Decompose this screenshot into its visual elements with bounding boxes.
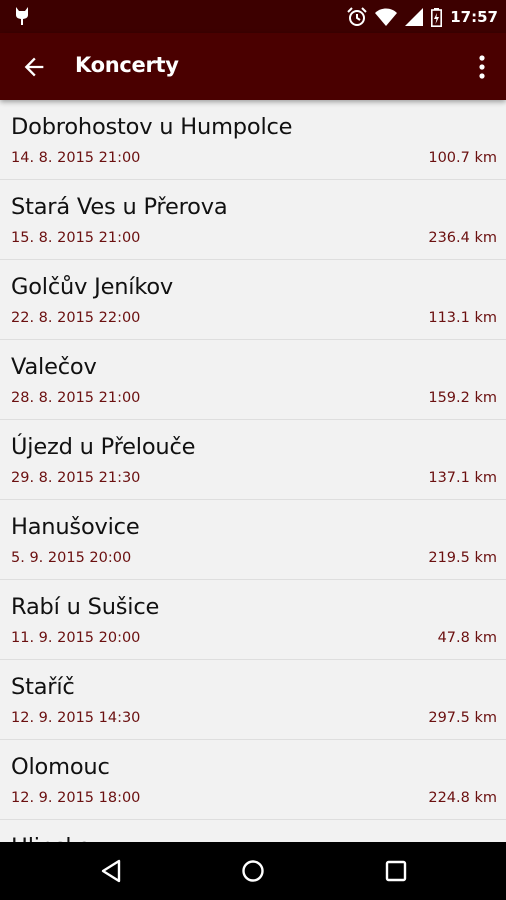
concert-list[interactable]: Dobrohostov u Humpolce 14. 8. 2015 21:00… — [0, 100, 506, 842]
concert-distance: 224.8 km — [428, 790, 497, 806]
list-item[interactable]: Hlinsko — [0, 820, 506, 842]
cat-notification-icon — [14, 6, 30, 26]
concert-date: 11. 9. 2015 20:00 — [11, 630, 141, 646]
concert-date: 28. 8. 2015 21:00 — [11, 390, 141, 406]
concert-date: 12. 9. 2015 18:00 — [11, 790, 141, 806]
battery-icon — [431, 7, 443, 27]
list-item[interactable]: Dobrohostov u Humpolce 14. 8. 2015 21:00… — [0, 100, 506, 180]
concert-distance: 236.4 km — [428, 230, 497, 246]
concert-name: Hanušovice — [11, 514, 140, 540]
clock: 17:57 — [450, 8, 498, 26]
nav-home-icon[interactable] — [238, 856, 268, 886]
concert-distance: 47.8 km — [437, 630, 497, 646]
status-icons: 17:57 — [347, 5, 498, 29]
list-item[interactable]: Staříč 12. 9. 2015 14:30 297.5 km — [0, 660, 506, 740]
concert-date: 5. 9. 2015 20:00 — [11, 550, 132, 566]
arrow-back-icon[interactable] — [20, 53, 48, 81]
more-vert-icon[interactable] — [474, 53, 490, 81]
signal-icon — [405, 8, 424, 26]
concert-distance: 113.1 km — [428, 310, 497, 326]
list-item[interactable]: Hanušovice 5. 9. 2015 20:00 219.5 km — [0, 500, 506, 580]
list-item[interactable]: Olomouc 12. 9. 2015 18:00 224.8 km — [0, 740, 506, 820]
concert-name: Staříč — [11, 674, 75, 700]
nav-recents-icon[interactable] — [381, 856, 411, 886]
list-item[interactable]: Golčův Jeníkov 22. 8. 2015 22:00 113.1 k… — [0, 260, 506, 340]
concert-distance: 137.1 km — [428, 470, 497, 486]
list-item[interactable]: Valečov 28. 8. 2015 21:00 159.2 km — [0, 340, 506, 420]
concert-date: 12. 9. 2015 14:30 — [11, 710, 141, 726]
concert-name: Dobrohostov u Humpolce — [11, 114, 293, 140]
concert-name: Hlinsko — [11, 834, 91, 842]
concert-distance: 100.7 km — [428, 150, 497, 166]
status-bar: 17:57 — [0, 0, 506, 33]
concert-distance: 159.2 km — [428, 390, 497, 406]
concert-date: 22. 8. 2015 22:00 — [11, 310, 141, 326]
list-item[interactable]: Stará Ves u Přerova 15. 8. 2015 21:00 23… — [0, 180, 506, 260]
list-item[interactable]: Újezd u Přelouče 29. 8. 2015 21:30 137.1… — [0, 420, 506, 500]
concert-name: Valečov — [11, 354, 97, 380]
concert-name: Újezd u Přelouče — [11, 434, 196, 460]
list-item[interactable]: Rabí u Sušice 11. 9. 2015 20:00 47.8 km — [0, 580, 506, 660]
concert-date: 15. 8. 2015 21:00 — [11, 230, 141, 246]
page-title: Koncerty — [75, 53, 179, 77]
concert-date: 29. 8. 2015 21:30 — [11, 470, 141, 486]
concert-name: Olomouc — [11, 754, 110, 780]
concert-distance: 297.5 km — [428, 710, 497, 726]
navigation-bar — [0, 842, 506, 900]
concert-name: Golčův Jeníkov — [11, 274, 174, 300]
concert-name: Stará Ves u Přerova — [11, 194, 228, 220]
concert-date: 14. 8. 2015 21:00 — [11, 150, 141, 166]
alarm-icon — [347, 7, 367, 26]
concert-distance: 219.5 km — [428, 550, 497, 566]
concert-name: Rabí u Sušice — [11, 594, 160, 620]
wifi-icon — [375, 8, 398, 26]
nav-back-icon[interactable] — [97, 856, 127, 886]
app-bar: Koncerty — [0, 33, 506, 100]
